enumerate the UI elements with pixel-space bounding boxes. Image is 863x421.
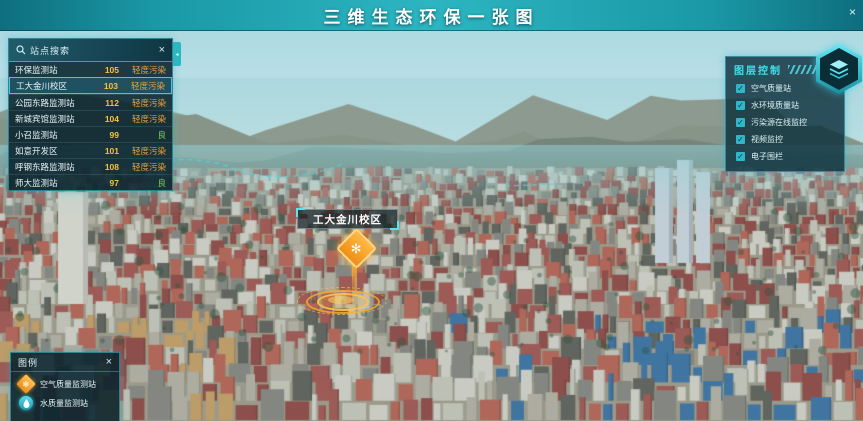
layers-hex-button[interactable]	[816, 44, 862, 94]
station-search-panel: 站点搜索 × ◂ 环保监测站105轻度污染工大金川校区103轻度污染公园东路监测…	[8, 38, 173, 191]
station-aqi-value: 99	[97, 130, 119, 140]
station-list-item[interactable]: 环保监测站105 轻度污染	[9, 62, 172, 77]
station-marker-icon: ✻	[351, 241, 362, 257]
layer-item[interactable]: ✓ 电子围栏	[726, 148, 844, 165]
station-aqi-level: 轻度污染	[126, 113, 166, 125]
legend-item: ✻ 空气质量监测站	[11, 372, 119, 391]
station-aqi-level: 轻度污染	[126, 145, 166, 157]
station-aqi-level: 轻度污染	[125, 80, 165, 92]
station-aqi-value: 97	[97, 178, 119, 188]
corner-decoration	[0, 0, 12, 12]
legend-panel-header: 图例 ×	[11, 353, 119, 372]
station-list-item[interactable]: 如意开发区101 轻度污染	[9, 142, 172, 158]
checkbox-checked[interactable]: ✓	[736, 101, 745, 110]
layer-label: 视频监控	[751, 134, 783, 145]
station-aqi-level: 轻度污染	[126, 97, 166, 109]
layer-item[interactable]: ✓ 污染源在线监控	[726, 114, 844, 131]
station-list-item[interactable]: 师大监测站97 良	[9, 174, 172, 190]
station-aqi-value: 103	[96, 81, 118, 91]
popup-close-button[interactable]: ×	[849, 5, 856, 19]
station-list: 环保监测站105轻度污染工大金川校区103轻度污染公园东路监测站112轻度污染新…	[9, 62, 172, 190]
station-list-item[interactable]: 工大金川校区103 轻度污染	[9, 77, 172, 94]
station-name: 小召监测站	[15, 129, 97, 141]
bracket-decoration	[390, 221, 399, 230]
station-aqi-level: 良	[126, 129, 166, 141]
marker-label-text: 工大金川校区	[313, 212, 382, 227]
station-panel-header: 站点搜索 × ◂	[9, 39, 172, 62]
station-panel-close-button[interactable]: ×	[159, 45, 165, 56]
water-station-icon	[19, 396, 33, 410]
legend-panel-close-button[interactable]: ×	[106, 357, 112, 368]
legend-item: 水质量监测站	[11, 391, 119, 410]
checkbox-checked[interactable]: ✓	[736, 152, 745, 161]
layer-item[interactable]: ✓ 视频监控	[726, 131, 844, 148]
marker-ring-core	[328, 296, 354, 304]
header-bar: 三维生态环保一张图	[0, 0, 863, 31]
legend-list: ✻ 空气质量监测站水质量监测站	[11, 372, 119, 410]
legend-panel-title: 图例	[18, 356, 38, 369]
station-aqi-value: 112	[97, 98, 119, 108]
map-legend-panel: 图例 × ✻ 空气质量监测站水质量监测站	[10, 352, 120, 421]
station-aqi-value: 101	[97, 146, 119, 156]
station-panel-title: 站点搜索	[30, 44, 70, 57]
station-list-item[interactable]: 小召监测站99 良	[9, 126, 172, 142]
marker-glyph: ✻	[23, 379, 30, 388]
station-list-item[interactable]: 新城宾馆监测站104 轻度污染	[9, 110, 172, 126]
legend-label: 水质量监测站	[40, 398, 88, 409]
checkbox-checked[interactable]: ✓	[736, 118, 745, 127]
station-list-item[interactable]: 呼钢东路监测站108 轻度污染	[9, 158, 172, 174]
hex-inner	[820, 48, 859, 90]
panel-collapse-tab[interactable]: ◂	[173, 42, 181, 66]
hex-frame	[816, 44, 862, 94]
station-name: 师大监测站	[15, 177, 97, 189]
station-aqi-level: 轻度污染	[126, 161, 166, 173]
station-aqi-level: 良	[126, 177, 166, 189]
station-aqi-level: 轻度污染	[126, 64, 166, 76]
bracket-decoration	[296, 208, 305, 217]
layers-icon	[826, 57, 852, 81]
layer-panel-title: 图层控制	[734, 62, 782, 77]
layer-label: 电子围栏	[751, 151, 783, 162]
layer-label: 污染源在线监控	[751, 117, 807, 128]
station-name: 工大金川校区	[16, 80, 96, 92]
search-icon	[16, 45, 26, 55]
station-name: 呼钢东路监测站	[15, 161, 97, 173]
checkbox-checked[interactable]: ✓	[736, 135, 745, 144]
app-root: ✻ 工大金川校区 三维生态环保一张图 站点搜索 × ◂ 环保监测站105 轻度污染…	[0, 0, 863, 421]
checkbox-checked[interactable]: ✓	[736, 84, 745, 93]
station-name: 公园东路监测站	[15, 97, 97, 109]
station-aqi-value: 108	[97, 162, 119, 172]
station-name: 如意开发区	[15, 145, 97, 157]
page-title: 三维生态环保一张图	[324, 3, 540, 28]
station-aqi-value: 105	[97, 65, 119, 75]
station-list-item[interactable]: 公园东路监测站112 轻度污染	[9, 94, 172, 110]
legend-label: 空气质量监测站	[40, 379, 96, 390]
station-name: 环保监测站	[15, 64, 97, 76]
layer-label: 空气质量站	[751, 83, 791, 94]
layer-label: 水环境质量站	[751, 100, 799, 111]
marker-label[interactable]: 工大金川校区	[297, 209, 398, 229]
station-name: 新城宾馆监测站	[15, 113, 97, 125]
layer-item[interactable]: ✓ 水环境质量站	[726, 97, 844, 114]
station-aqi-value: 104	[97, 114, 119, 124]
